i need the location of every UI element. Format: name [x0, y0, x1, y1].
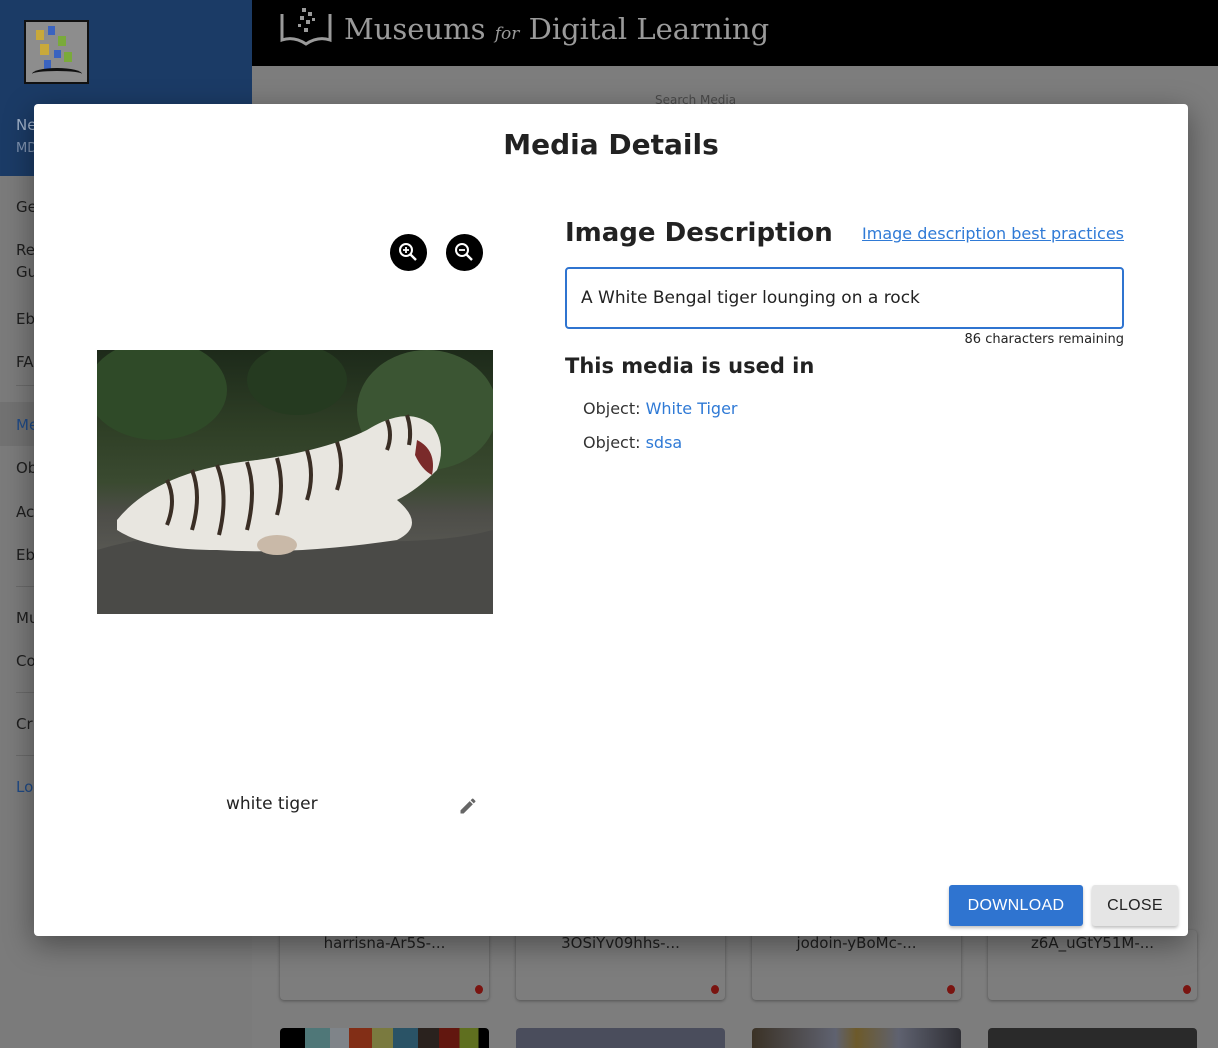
- brand-rest: Digital Learning: [528, 12, 770, 46]
- media-thumbnail[interactable]: [280, 1028, 489, 1048]
- sidebar-item-ebooks-2[interactable]: Eb: [16, 544, 35, 566]
- zoom-out-icon: [455, 243, 473, 261]
- sidebar-item-faq[interactable]: FA: [16, 351, 34, 373]
- media-details-modal: Media Details white tiger Image Descript…: [34, 104, 1188, 936]
- media-card[interactable]: z6A_uGtY51M-...: [988, 930, 1197, 1000]
- zoom-out-button[interactable]: [446, 234, 483, 271]
- sidebar-item-ebooks[interactable]: Eb: [16, 308, 35, 330]
- media-card[interactable]: harrisna-Ar5S-...: [280, 930, 489, 1000]
- status-dot: [1183, 985, 1191, 994]
- best-practices-link[interactable]: Image description best practices: [862, 224, 1124, 243]
- media-card[interactable]: 3OSiYv09hhs-...: [516, 930, 725, 1000]
- download-button[interactable]: DOWNLOAD: [949, 885, 1083, 926]
- brand-for: for: [494, 24, 520, 44]
- zoom-in-icon: [399, 243, 417, 261]
- tiger-image: [97, 350, 493, 614]
- sidebar-item-logout[interactable]: Lo: [16, 776, 33, 798]
- characters-remaining: 86 characters remaining: [964, 332, 1124, 347]
- media-thumbnail[interactable]: [988, 1028, 1197, 1048]
- used-in-item: Object: sdsa: [583, 433, 682, 452]
- media-thumbnail[interactable]: [752, 1028, 961, 1048]
- book-logo-icon: [280, 8, 332, 46]
- status-dot: [475, 985, 483, 994]
- brand-title: Museums for Digital Learning: [344, 12, 769, 46]
- object-link-sdsa[interactable]: sdsa: [646, 433, 683, 452]
- media-image: [97, 350, 493, 614]
- sidebar-item-create[interactable]: Cr: [16, 713, 33, 735]
- media-thumbnail[interactable]: [516, 1028, 725, 1048]
- brand-main: Museums: [344, 12, 486, 46]
- used-in-prefix: Object:: [583, 399, 641, 418]
- used-in-heading: This media is used in: [565, 354, 815, 378]
- zoom-in-button[interactable]: [390, 234, 427, 271]
- media-card-name: harrisna-Ar5S-...: [323, 934, 446, 952]
- pencil-icon[interactable]: [458, 796, 478, 816]
- object-link-white-tiger[interactable]: White Tiger: [646, 399, 738, 418]
- media-card-name: 3OSiYv09hhs-...: [561, 934, 680, 952]
- image-description-input[interactable]: [565, 267, 1124, 329]
- app-logo: [24, 20, 89, 84]
- status-dot: [947, 985, 955, 994]
- close-button[interactable]: CLOSE: [1092, 885, 1178, 926]
- media-caption: white tiger: [226, 794, 318, 814]
- image-description-heading: Image Description: [565, 218, 833, 248]
- status-dot: [711, 985, 719, 994]
- sidebar-item-collections[interactable]: Co: [16, 650, 36, 672]
- media-card-name: z6A_uGtY51M-...: [1030, 934, 1155, 952]
- used-in-prefix: Object:: [583, 433, 641, 452]
- used-in-item: Object: White Tiger: [583, 399, 738, 418]
- sidebar-item-activities[interactable]: Ac: [16, 501, 34, 523]
- media-card-name: jodoin-yBoMc-...: [796, 934, 917, 952]
- modal-title: Media Details: [503, 128, 719, 161]
- media-card[interactable]: jodoin-yBoMc-...: [752, 930, 961, 1000]
